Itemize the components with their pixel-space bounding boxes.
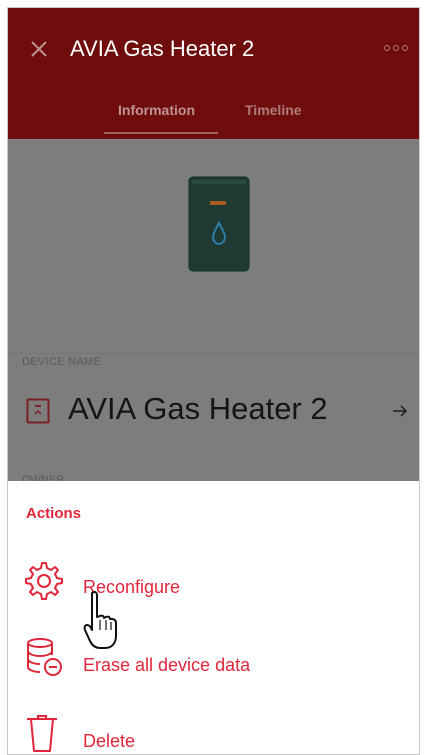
device-name-label: DEVICE NAME bbox=[22, 356, 102, 368]
reconfigure-action[interactable]: Reconfigure bbox=[24, 561, 404, 605]
trash-icon bbox=[27, 715, 57, 752]
delete-label: Delete bbox=[83, 731, 136, 751]
page-title: AVIA Gas Heater 2 bbox=[70, 36, 255, 61]
tab-timeline[interactable]: Timeline bbox=[245, 102, 302, 118]
more-options-button[interactable] bbox=[383, 41, 409, 55]
device-name-value: AVIA Gas Heater 2 bbox=[68, 391, 328, 426]
tab-active-indicator bbox=[104, 132, 218, 134]
delete-action[interactable]: Delete bbox=[24, 713, 404, 754]
actions-title: Actions bbox=[26, 505, 82, 522]
device-name-row[interactable]: AVIA Gas Heater 2 bbox=[22, 389, 414, 433]
gear-icon bbox=[25, 562, 63, 600]
hand-cursor-icon bbox=[83, 590, 117, 649]
tab-bar: Information Timeline bbox=[8, 94, 419, 139]
device-icon bbox=[26, 398, 50, 424]
gas-heater-device-image bbox=[188, 176, 250, 272]
device-info-panel: DEVICE NAME AVIA Gas Heater 2 OWNER bbox=[8, 139, 419, 486]
arrow-right-icon bbox=[393, 405, 408, 417]
app-frame: AVIA Gas Heater 2 Information Timeline D… bbox=[7, 7, 420, 755]
database-erase-icon bbox=[27, 638, 62, 676]
tab-information[interactable]: Information bbox=[118, 102, 195, 118]
header-bar: AVIA Gas Heater 2 Information Timeline bbox=[8, 8, 419, 139]
actions-sheet: Actions Reconfigure Erase all device dat… bbox=[8, 481, 419, 754]
erase-data-label: Erase all device data bbox=[83, 655, 251, 675]
close-icon bbox=[31, 41, 47, 57]
divider bbox=[8, 353, 419, 354]
close-button[interactable] bbox=[24, 34, 54, 64]
erase-data-action[interactable]: Erase all device data bbox=[24, 637, 404, 681]
more-icon bbox=[384, 45, 408, 51]
